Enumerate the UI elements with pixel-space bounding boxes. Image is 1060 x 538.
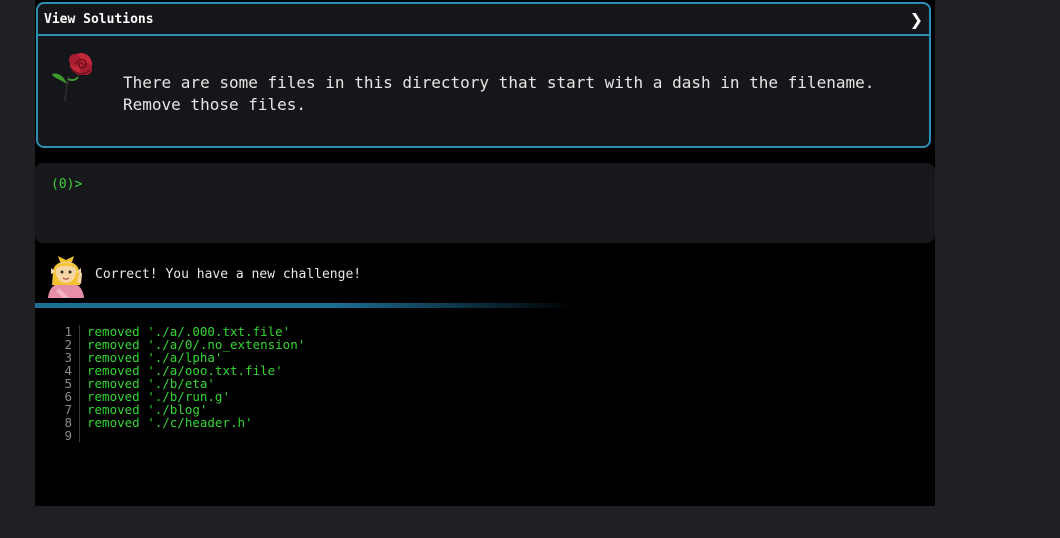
view-solutions-title: View Solutions (44, 11, 154, 27)
feedback-banner: Correct! You have a new challenge! (35, 252, 935, 300)
rose-icon (52, 53, 92, 102)
line-number: 2 (64, 337, 72, 352)
line-gutter-divider (79, 416, 80, 429)
terminal-prompt: (0)> (51, 177, 83, 192)
line-gutter-divider (79, 351, 80, 364)
line-gutter-divider (79, 403, 80, 416)
output-line: 9 (35, 429, 935, 442)
line-gutter-divider (79, 377, 80, 390)
elf-icon (48, 256, 84, 298)
line-gutter-divider (79, 390, 80, 403)
view-solutions-toggle[interactable]: View Solutions ❯ (38, 4, 929, 36)
line-number: 3 (64, 350, 72, 365)
output-line: 8 removed './c/header.h' (35, 416, 935, 429)
line-number: 4 (64, 363, 72, 378)
progress-bar (35, 303, 575, 308)
chevron-right-icon[interactable]: ❯ (910, 10, 923, 29)
line-number: 8 (64, 415, 72, 430)
line-number: 6 (64, 389, 72, 404)
line-number: 1 (64, 324, 72, 339)
line-gutter-divider (79, 364, 80, 377)
app-container: View Solutions ❯ There are some files in… (35, 0, 935, 506)
line-gutter-divider (79, 325, 80, 338)
line-gutter-divider (79, 338, 80, 351)
solutions-card: View Solutions ❯ There are some files in… (36, 2, 931, 148)
challenge-description: There are some files in this directory t… (123, 73, 875, 114)
feedback-message: Correct! You have a new challenge! (95, 267, 362, 282)
line-number: 9 (64, 428, 72, 443)
line-gutter-divider (79, 429, 80, 442)
line-text: removed './c/header.h' (87, 415, 253, 430)
command-output: 1 removed './a/.000.txt.file' 2 removed './… (35, 325, 935, 442)
line-number: 7 (64, 402, 72, 417)
terminal-input[interactable]: (0)> (35, 163, 935, 243)
line-number: 5 (64, 376, 72, 391)
